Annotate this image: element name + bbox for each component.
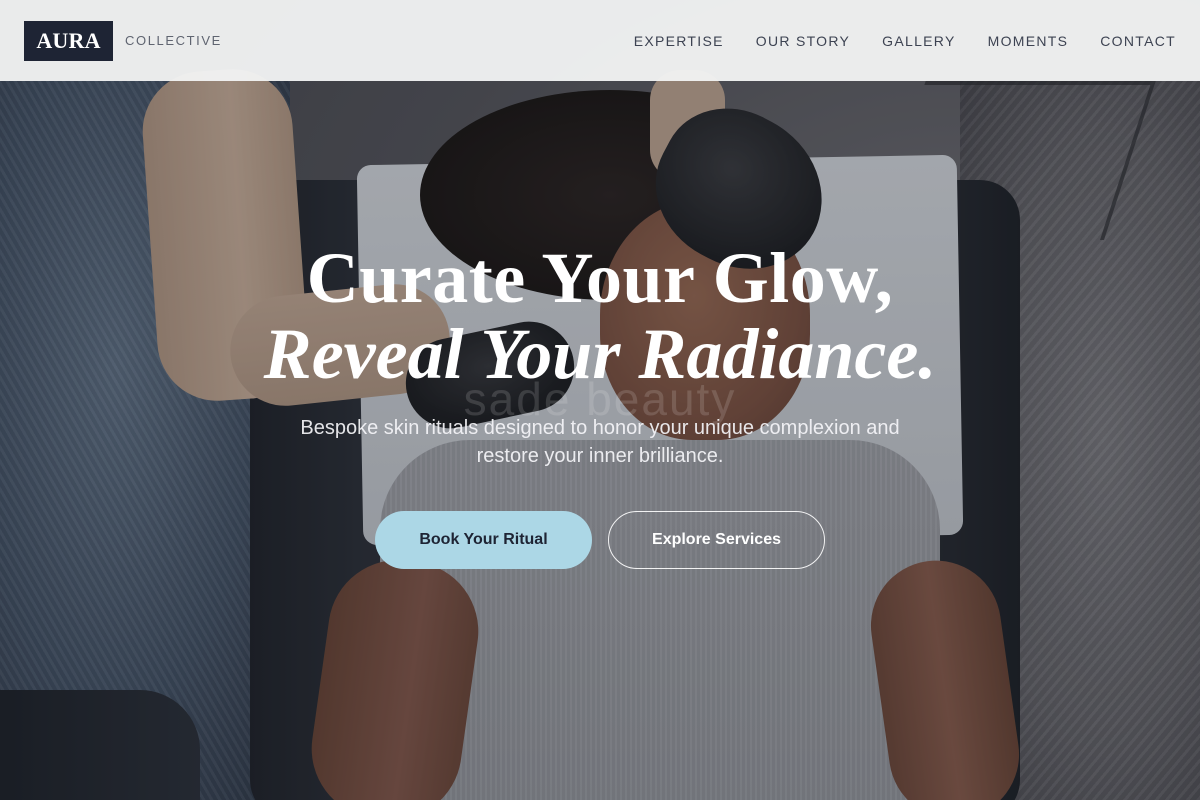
- main-nav: EXPERTISE OUR STORY GALLERY MOMENTS CONT…: [634, 33, 1176, 49]
- explore-services-button[interactable]: Explore Services: [608, 511, 825, 569]
- site-header: AURA COLLECTIVE EXPERTISE OUR STORY GALL…: [0, 0, 1200, 81]
- nav-link-our-story[interactable]: OUR STORY: [756, 33, 850, 49]
- hero-subtitle: Bespoke skin rituals designed to honor y…: [300, 417, 900, 467]
- brand-subtitle: COLLECTIVE: [125, 33, 222, 48]
- nav-link-expertise[interactable]: EXPERTISE: [634, 33, 724, 49]
- hero-section: Curate Your Glow, Reveal Your Radiance. …: [0, 236, 1200, 569]
- nav-link-gallery[interactable]: GALLERY: [882, 33, 955, 49]
- hero-headline: Curate Your Glow, Reveal Your Radiance.: [0, 236, 1200, 394]
- hero-headline-line2: Reveal Your Radiance.: [263, 314, 937, 394]
- hero-cta-row: Book Your Ritual Explore Services: [0, 511, 1200, 569]
- brand-logo[interactable]: AURA COLLECTIVE: [24, 20, 222, 61]
- nav-link-contact[interactable]: CONTACT: [1100, 33, 1176, 49]
- logo-mark[interactable]: AURA: [24, 20, 113, 61]
- hero-headline-line1: Curate Your Glow,: [306, 238, 894, 318]
- book-ritual-button[interactable]: Book Your Ritual: [375, 511, 592, 569]
- nav-link-moments[interactable]: MOMENTS: [988, 33, 1069, 49]
